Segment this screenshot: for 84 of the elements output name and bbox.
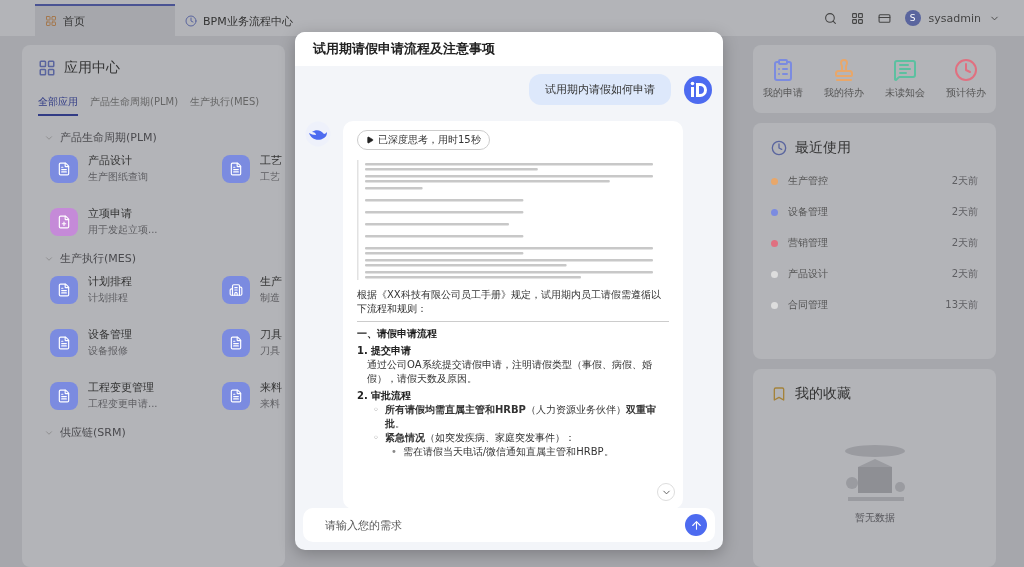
- answer-text: 需在请假当天电话/微信通知直属主管和HRBP。: [402, 446, 614, 457]
- quick-action-label[interactable]: 预计待办: [945, 86, 986, 100]
- document-icon[interactable]: [50, 154, 78, 183]
- answer-text: 紧急情况（如突发疾病、家庭突发事件）：: [384, 432, 575, 443]
- arrow-up-icon: [689, 518, 703, 532]
- user-message: 试用期内请假如何申请: [529, 74, 671, 105]
- recent-item[interactable]: 营销管理: [788, 236, 828, 250]
- logo-icon: [683, 74, 713, 105]
- user-name[interactable]: sysadmin: [928, 11, 981, 25]
- search-icon[interactable]: [823, 11, 837, 25]
- card-icon[interactable]: [877, 11, 891, 25]
- app-name[interactable]: 刀具: [260, 327, 282, 342]
- app-description: 生产图纸查询: [88, 170, 148, 184]
- bullet-marker: •: [390, 445, 397, 459]
- document-icon[interactable]: [222, 381, 250, 410]
- category-tab[interactable]: 产品生命周期(PLM): [90, 95, 179, 116]
- recent-item[interactable]: 合同管理: [788, 298, 828, 312]
- document-icon[interactable]: [222, 154, 250, 183]
- app-description: 计划排程: [88, 291, 129, 305]
- step-title: 1. 提交申请: [357, 344, 413, 358]
- app-description: 工艺: [260, 170, 281, 184]
- clock-icon[interactable]: [953, 58, 978, 82]
- clock-icon: [771, 140, 787, 156]
- app-name[interactable]: 工艺: [260, 153, 282, 168]
- bullet-marker: ◦: [373, 431, 379, 445]
- page-tab[interactable]: BPM业务流程中心: [175, 4, 315, 36]
- recent-time: 2天前: [951, 205, 978, 219]
- app-name[interactable]: 设备管理: [88, 327, 132, 342]
- clock-icon: [185, 15, 197, 27]
- app-description: 来料: [260, 397, 281, 411]
- app-name[interactable]: 工程变更管理: [88, 380, 158, 395]
- panel-title: 应用中心: [64, 59, 120, 77]
- dialog-title: 试用期请假申请流程及注意事项: [313, 40, 495, 58]
- message-field[interactable]: 请输入您的需求: [303, 508, 715, 542]
- scroll-down-button[interactable]: [657, 483, 675, 501]
- app-name[interactable]: 计划排程: [88, 274, 132, 289]
- answer-text: 通过公司OA系统提交请假申请，注明请假类型（事假、病假、婚假），请假天数及原因。: [367, 358, 653, 386]
- message-input[interactable]: 请输入您的需求: [323, 518, 685, 532]
- grid-icon[interactable]: [850, 11, 864, 25]
- apps-icon: [45, 15, 57, 27]
- recent-item[interactable]: 生产管控: [788, 174, 828, 188]
- document-icon[interactable]: [50, 275, 78, 304]
- document-icon[interactable]: [50, 381, 78, 410]
- page-tab[interactable]: 首页: [35, 4, 175, 36]
- send-button[interactable]: [685, 514, 707, 536]
- recent-item[interactable]: 产品设计: [788, 267, 828, 281]
- app-description: 设备报修: [88, 344, 129, 358]
- answer-text: 根据《XX科技有限公司员工手册》规定，试用期内员工请假需遵循以下流程和规则：: [357, 288, 662, 316]
- app-description: 工程变更申请...: [88, 397, 158, 411]
- section-title: 生产执行(MES): [60, 251, 136, 266]
- app-name[interactable]: 来料: [260, 380, 282, 395]
- play-icon: [366, 136, 374, 144]
- category-tab[interactable]: 生产执行(MES): [190, 95, 260, 116]
- section-title: 供应链(SRM): [60, 425, 126, 440]
- category-tab[interactable]: 全部应用: [38, 95, 78, 116]
- document-icon[interactable]: [222, 328, 250, 357]
- app-name[interactable]: 产品设计: [88, 153, 148, 168]
- apps-icon: [38, 59, 56, 77]
- app-description: 制造: [260, 291, 281, 305]
- app-name[interactable]: 立项申请: [88, 206, 158, 221]
- bookmark-icon: [771, 386, 787, 402]
- quick-action-label[interactable]: 我的申请: [763, 86, 804, 100]
- quick-action-label[interactable]: 未读知会: [884, 86, 925, 100]
- document-icon[interactable]: [50, 207, 78, 236]
- recent-time: 13天前: [945, 298, 978, 312]
- recent-time: 2天前: [951, 174, 978, 188]
- recent-time: 2天前: [951, 236, 978, 250]
- card-title: 最近使用: [795, 139, 851, 157]
- document-icon[interactable]: [222, 275, 250, 304]
- step-title: 2. 审批流程: [357, 389, 413, 403]
- document-icon[interactable]: [50, 328, 78, 357]
- recent-item[interactable]: 设备管理: [788, 205, 828, 219]
- recent-time: 2天前: [951, 267, 978, 281]
- user-avatar[interactable]: S: [904, 10, 921, 26]
- app-name[interactable]: 生产: [260, 274, 282, 289]
- app-description: 用于发起立项...: [88, 223, 158, 237]
- empty-text: 暂无数据: [854, 511, 895, 525]
- quick-action-label[interactable]: 我的待办: [824, 86, 865, 100]
- bullet-marker: ◦: [373, 403, 379, 417]
- answer-heading: 一、请假申请流程: [357, 327, 438, 341]
- section-title: 产品生命周期(PLM): [60, 130, 157, 145]
- app-description: 刀具: [260, 344, 281, 358]
- answer-text: 所有请假均需直属主管和HRBP（人力资源业务伙伴）双重审批。: [384, 404, 656, 429]
- card-title: 我的收藏: [795, 385, 851, 403]
